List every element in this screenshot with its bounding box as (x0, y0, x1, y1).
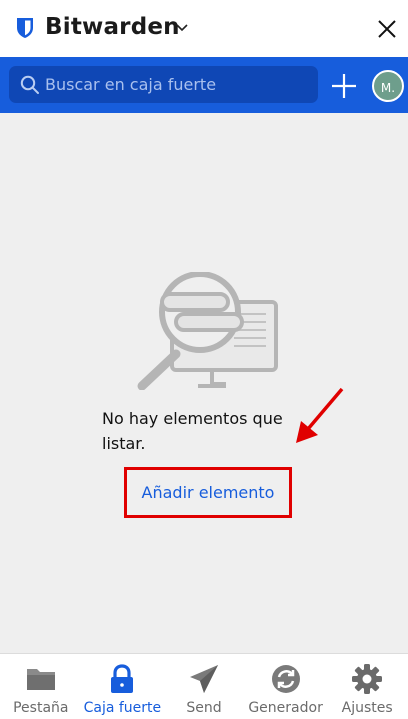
send-icon (189, 665, 218, 693)
search-icon (20, 75, 39, 94)
tab-label: Pestaña (13, 700, 69, 716)
chevron-down-icon[interactable] (176, 24, 188, 32)
refresh-icon (271, 665, 300, 693)
add-item-link[interactable]: Añadir elemento (124, 467, 292, 518)
annotation-arrow (296, 387, 344, 443)
tab-label: Generador (248, 700, 323, 716)
bottom-tab-bar: Pestaña Caja fuerte Send Generador Ajust… (0, 653, 408, 719)
tab-label: Send (186, 700, 222, 716)
tab-settings[interactable]: Ajustes (326, 654, 408, 719)
search-bar: M. (0, 57, 408, 113)
empty-state-message: No hay elementos que listar. (102, 409, 283, 453)
close-icon[interactable] (376, 18, 398, 40)
tab-vault[interactable]: Caja fuerte (82, 654, 164, 719)
tab-send[interactable]: Send (163, 654, 245, 719)
add-item-plus-icon[interactable] (330, 72, 358, 100)
empty-vault-illustration (137, 272, 278, 390)
folder-icon (26, 669, 55, 690)
avatar[interactable]: M. (372, 70, 404, 102)
title-bar: Bitwarden (0, 0, 408, 57)
gear-icon (352, 664, 383, 694)
tab-label: Caja fuerte (83, 700, 162, 716)
tab-generator[interactable]: Generador (245, 654, 327, 719)
bitwarden-shield-icon (17, 18, 33, 38)
search-box[interactable] (9, 66, 318, 103)
app-title[interactable]: Bitwarden (45, 14, 180, 40)
tab-current-tab[interactable]: Pestaña (0, 654, 82, 719)
tab-label: Ajustes (341, 700, 393, 716)
search-input[interactable] (45, 66, 313, 103)
lock-icon (111, 664, 134, 693)
